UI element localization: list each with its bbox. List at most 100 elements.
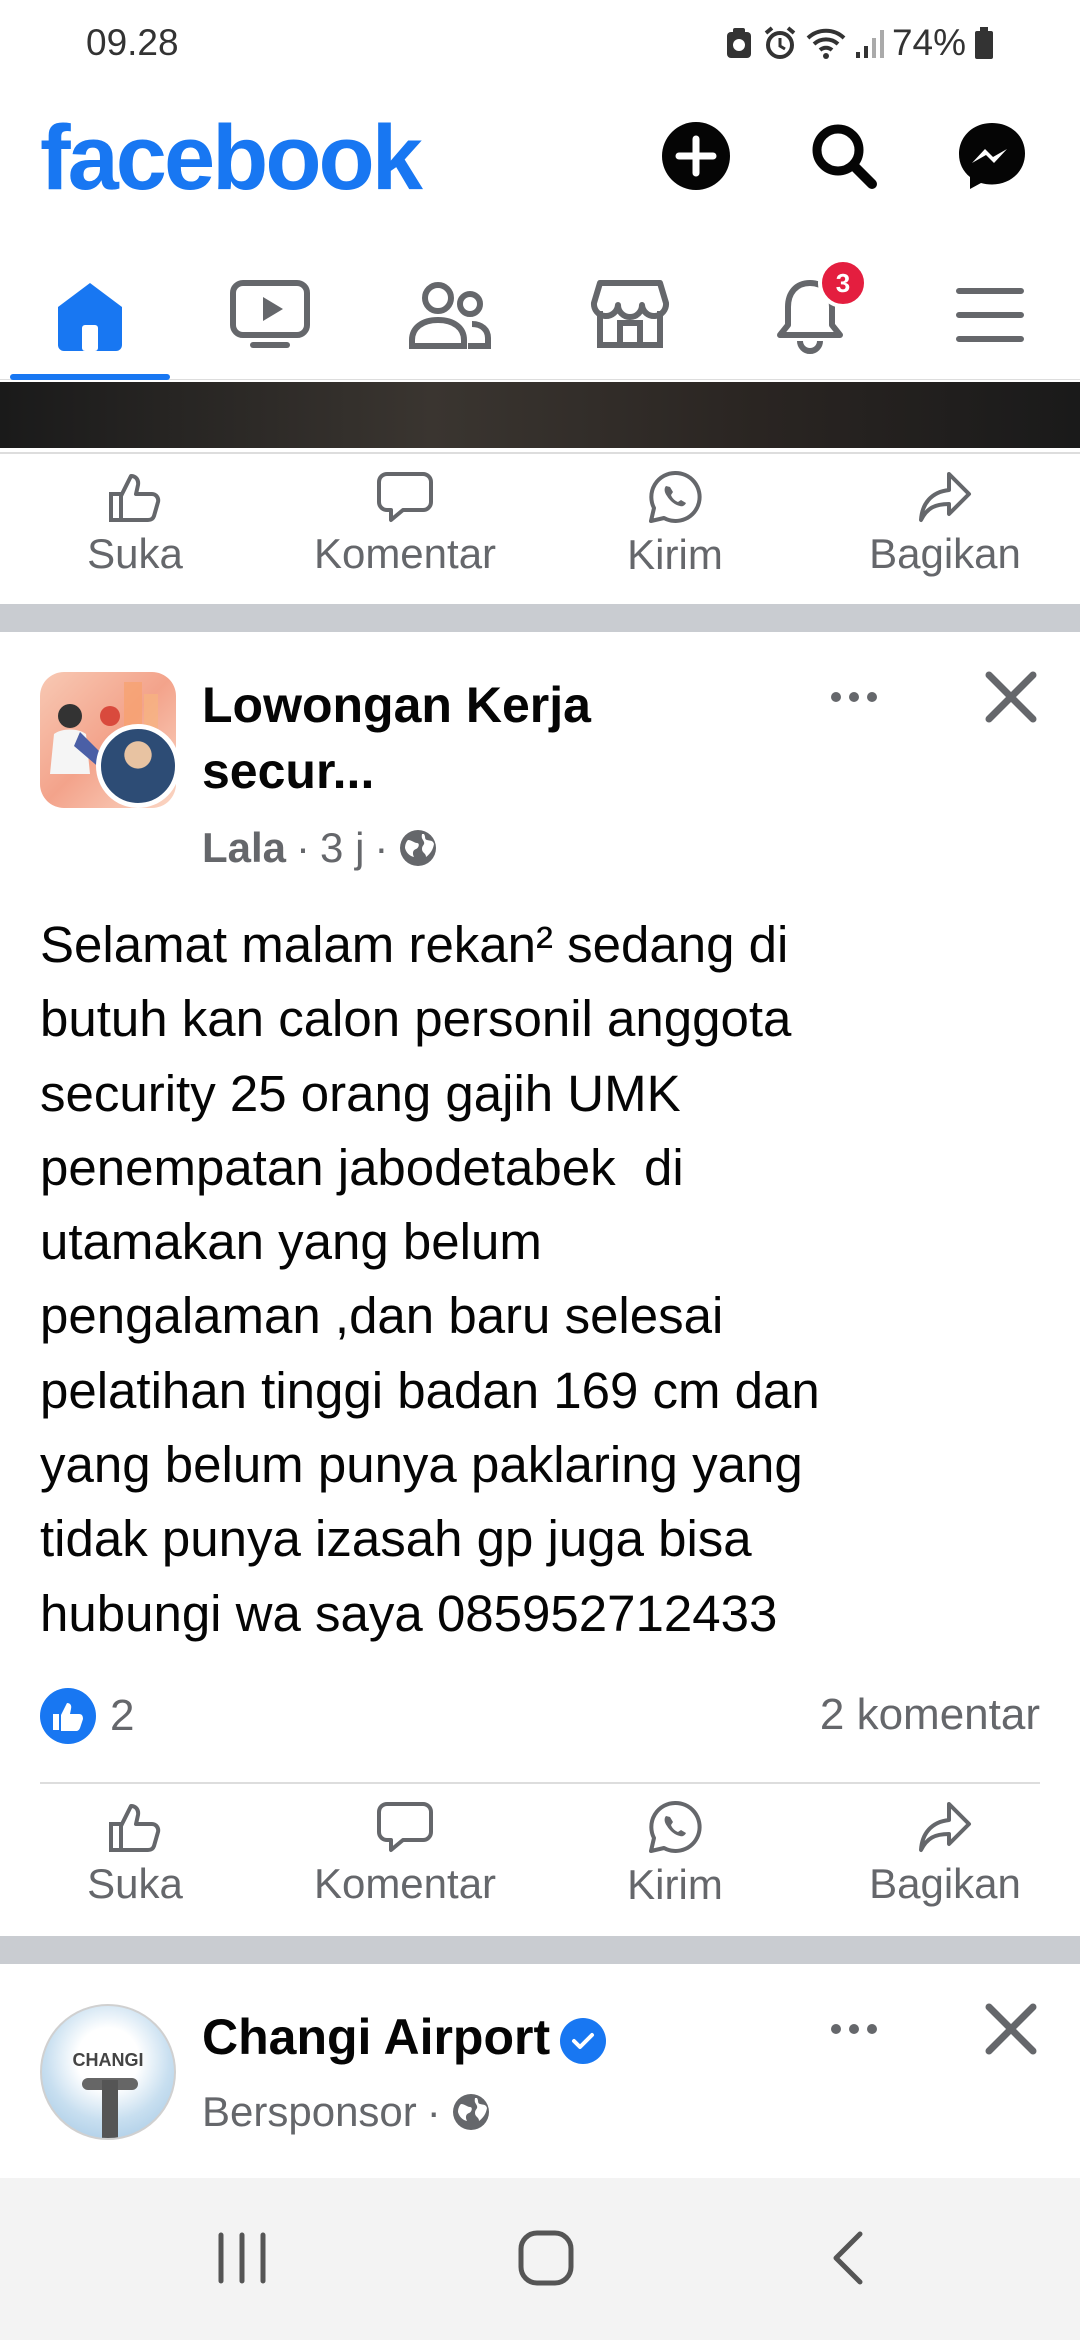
post-group-title[interactable]: Lowongan Kerja secur...	[202, 672, 591, 804]
comment-label: Komentar	[313, 530, 497, 577]
close-icon	[985, 671, 1037, 723]
group-avatar[interactable]	[40, 672, 180, 810]
share-icon	[919, 472, 971, 522]
globe-icon	[452, 2094, 489, 2130]
share-icon	[919, 1802, 971, 1852]
sponsor-meta: Bersponsor ·	[202, 2088, 491, 2136]
meta-dot: ·	[426, 2088, 441, 2135]
battery-icon	[975, 27, 993, 59]
recent-apps-icon	[218, 2232, 266, 2284]
post-author[interactable]: Lala	[202, 824, 286, 872]
like-button[interactable]: Suka	[0, 1784, 270, 1924]
like-button[interactable]: Suka	[0, 454, 270, 594]
sponsor-more-options-button[interactable]	[814, 2004, 894, 2054]
share-label: Bagikan	[869, 1860, 1021, 1907]
app-header: facebook	[0, 90, 1080, 230]
share-button[interactable]: Bagikan	[810, 1784, 1080, 1924]
thumbs-up-icon	[109, 1804, 161, 1852]
status-icons: 74%	[724, 22, 994, 64]
changi-logo-text: CHANGI	[72, 2050, 144, 2070]
feed-separator	[0, 604, 1080, 632]
tab-home[interactable]	[0, 250, 180, 380]
home-nav-button[interactable]	[496, 2218, 596, 2298]
back-icon	[833, 2231, 863, 2285]
comment-icon	[377, 1802, 433, 1852]
sponsored-label: Bersponsor	[202, 2088, 417, 2135]
author-avatar[interactable]	[96, 724, 180, 808]
post-group-title-line2: secur...	[202, 743, 375, 799]
alarm-icon	[764, 26, 796, 59]
messenger-button[interactable]	[954, 118, 1030, 194]
reaction-count: 2	[110, 1691, 135, 1740]
sponsor-name: Changi Airport	[202, 2009, 551, 2065]
meta-dot: ·	[374, 824, 389, 871]
friends-icon	[409, 282, 491, 349]
more-dot-icon	[849, 692, 859, 702]
reaction-summary[interactable]: 2	[40, 1688, 134, 1744]
like-label: Suka	[87, 530, 183, 577]
create-button[interactable]	[658, 118, 734, 194]
comment-count-link[interactable]: 2 komentar	[820, 1690, 1040, 1740]
status-bar: 09.28 74%	[0, 0, 1080, 90]
meta-dot: ·	[296, 824, 311, 871]
post-action-bar: Suka Komentar Kirim Bagikan	[0, 1784, 1080, 1924]
send-button[interactable]: Kirim	[540, 1784, 810, 1924]
comment-button[interactable]: Komentar	[270, 454, 540, 594]
post-body-text: Selamat malam rekan² sedang di butuh kan…	[40, 916, 820, 1642]
thumbs-up-icon	[109, 474, 161, 522]
tab-friends[interactable]	[360, 250, 540, 380]
search-icon	[812, 124, 877, 189]
hide-post-button[interactable]	[976, 662, 1046, 732]
plus-icon	[662, 122, 730, 190]
share-label: Bagikan	[869, 530, 1021, 577]
comment-label: Komentar	[313, 1860, 497, 1907]
previous-post-image[interactable]	[0, 382, 1080, 448]
like-reaction-icon	[40, 1688, 96, 1744]
system-nav-bar	[0, 2178, 1080, 2340]
feed-separator	[0, 1936, 1080, 1964]
sponsor-title[interactable]: Changi Airport	[202, 2004, 607, 2070]
home-nav-icon	[518, 2230, 574, 2286]
facebook-logo[interactable]: facebook	[40, 106, 423, 211]
notification-badge: 3	[818, 258, 868, 308]
post-more-options-button[interactable]	[814, 672, 894, 722]
hamburger-menu-icon	[956, 288, 1024, 342]
active-tab-indicator	[10, 374, 170, 380]
back-button[interactable]	[798, 2218, 898, 2298]
send-button[interactable]: Kirim	[540, 454, 810, 594]
status-time: 09.28	[86, 22, 179, 63]
video-icon	[230, 280, 310, 348]
like-label: Suka	[87, 1860, 183, 1907]
wifi-icon	[806, 28, 846, 59]
screenshot-icon	[726, 28, 751, 58]
tab-notifications[interactable]: 3	[720, 250, 900, 380]
tab-video[interactable]	[180, 250, 360, 380]
recent-apps-button[interactable]	[192, 2218, 292, 2298]
main-nav: 3	[0, 250, 1080, 380]
signal-icon	[855, 30, 884, 58]
more-dot-icon	[849, 2024, 859, 2034]
control-tower	[102, 2080, 118, 2138]
send-label: Kirim	[627, 531, 723, 578]
post-group-title-line1: Lowongan Kerja	[202, 677, 591, 733]
battery-percent: 74%	[891, 22, 966, 63]
hide-sponsor-button[interactable]	[976, 1994, 1046, 2064]
tab-marketplace[interactable]	[540, 250, 720, 380]
tab-menu[interactable]	[900, 250, 1080, 380]
share-button[interactable]: Bagikan	[810, 454, 1080, 594]
post-meta: Lala · 3 j ·	[202, 824, 438, 872]
messenger-icon	[959, 123, 1025, 189]
changi-airport-avatar[interactable]: CHANGI	[40, 2004, 176, 2140]
globe-icon	[400, 830, 437, 866]
close-icon	[985, 2003, 1037, 2055]
more-dot-icon	[867, 2024, 877, 2034]
send-label: Kirim	[627, 1861, 723, 1908]
more-dot-icon	[831, 692, 841, 702]
comment-button[interactable]: Komentar	[270, 1784, 540, 1924]
verified-badge-icon	[560, 2017, 607, 2064]
search-button[interactable]	[806, 118, 882, 194]
comment-icon	[377, 472, 433, 522]
whatsapp-icon	[649, 470, 702, 523]
post-time[interactable]: 3 j	[320, 824, 364, 872]
more-dot-icon	[831, 2024, 841, 2034]
